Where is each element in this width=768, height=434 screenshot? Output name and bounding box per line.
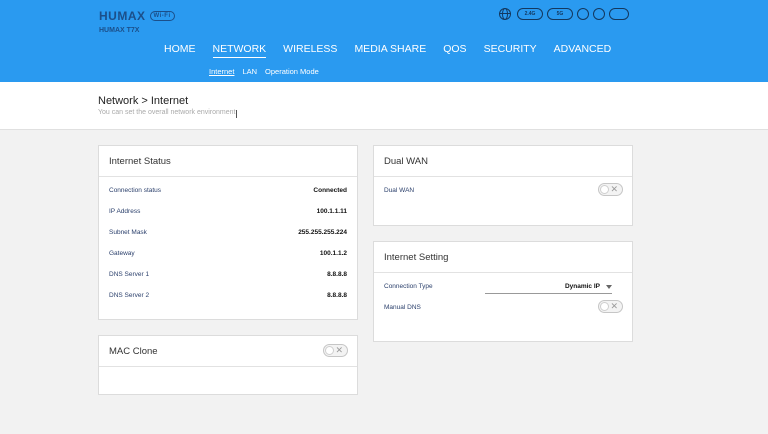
nav-network[interactable]: NETWORK xyxy=(212,43,267,58)
mac-clone-toggle[interactable]: ✕ xyxy=(323,344,348,357)
band-5g-icon[interactable]: 5G xyxy=(547,8,573,20)
page-subtitle: You can set the overall network environm… xyxy=(98,109,238,116)
row-label: DNS Server 1 xyxy=(109,271,150,278)
header: HUMAX Wi-Fi HUMAX T7X 2.4G 5G HOME NETWO… xyxy=(0,0,768,82)
dual-wan-toggle[interactable]: ✕ xyxy=(598,183,623,196)
row-label: Gateway xyxy=(109,250,135,257)
sub-nav: Internet LAN Operation Mode xyxy=(209,67,327,76)
dual-wan-title: Dual WAN xyxy=(384,156,428,167)
subnav-operation-mode[interactable]: Operation Mode xyxy=(265,67,319,76)
card-header: MAC Clone ✕ xyxy=(99,336,357,367)
internet-status-card: Internet Status Connection status Connec… xyxy=(98,145,358,320)
row-value: 100.1.1.2 xyxy=(319,250,347,257)
text-cursor-icon xyxy=(236,110,237,118)
row-value: 100.1.1.11 xyxy=(316,208,347,215)
internet-setting-card: Internet Setting Connection Type Dynamic… xyxy=(373,241,633,342)
connection-type-row: Connection Type Dynamic IP xyxy=(384,283,622,294)
row-value: 8.8.8.8 xyxy=(327,292,347,299)
close-icon: ✕ xyxy=(610,184,618,194)
connection-type-select[interactable]: Dynamic IP xyxy=(485,283,612,294)
info-icon[interactable] xyxy=(577,8,589,20)
band-2g-icon[interactable]: 2.4G xyxy=(517,8,543,20)
toggle-knob xyxy=(325,346,334,355)
close-icon: ✕ xyxy=(610,301,618,311)
nav-qos[interactable]: QOS xyxy=(443,43,466,58)
nav-wireless[interactable]: WIRELESS xyxy=(283,43,337,58)
card-header: Dual WAN xyxy=(374,146,632,177)
subnav-internet[interactable]: Internet xyxy=(209,67,234,76)
nav-advanced[interactable]: ADVANCED xyxy=(554,43,612,58)
dual-wan-card: Dual WAN Dual WAN ✕ xyxy=(373,145,633,226)
toggle-knob xyxy=(600,302,609,311)
chevron-down-icon xyxy=(606,285,612,289)
row-label: DNS Server 2 xyxy=(109,292,150,299)
internet-status-title: Internet Status xyxy=(109,156,171,167)
status-row-subnet: Subnet Mask 255.255.255.224 xyxy=(109,229,347,236)
nav-security[interactable]: SECURITY xyxy=(484,43,537,58)
toggle-knob xyxy=(600,185,609,194)
card-header: Internet Status xyxy=(99,146,357,177)
card-header: Internet Setting xyxy=(374,242,632,273)
dual-wan-row: Dual WAN xyxy=(384,187,622,194)
status-row-connection: Connection status Connected xyxy=(109,187,347,194)
nav-home[interactable]: HOME xyxy=(164,43,196,58)
top-icons: 2.4G 5G xyxy=(499,8,633,20)
status-row-gateway: Gateway 100.1.1.2 xyxy=(109,250,347,257)
row-value: Connected xyxy=(313,187,347,194)
select-value: Dynamic IP xyxy=(564,283,600,290)
row-label: Connection status xyxy=(109,187,162,194)
row-label: Connection Type xyxy=(384,283,433,290)
status-row-dns1: DNS Server 1 8.8.8.8 xyxy=(109,271,347,278)
nav-media-share[interactable]: MEDIA SHARE xyxy=(354,43,426,58)
manual-dns-row: Manual DNS xyxy=(384,304,622,311)
mac-clone-card: MAC Clone ✕ xyxy=(98,335,358,395)
model-name: HUMAX T7X xyxy=(99,27,140,34)
manual-dns-toggle[interactable]: ✕ xyxy=(598,300,623,313)
row-label: Subnet Mask xyxy=(109,229,147,236)
row-label: Dual WAN xyxy=(384,187,415,194)
status-row-ip: IP Address 100.1.1.11 xyxy=(109,208,347,215)
status-row-dns2: DNS Server 2 8.8.8.8 xyxy=(109,292,347,299)
mac-clone-title: MAC Clone xyxy=(109,346,158,357)
humax-logo[interactable]: HUMAX Wi-Fi xyxy=(99,9,175,23)
main-nav: HOME NETWORK WIRELESS MEDIA SHARE QOS SE… xyxy=(164,43,628,58)
page-title: Network > Internet xyxy=(98,95,189,107)
row-label: Manual DNS xyxy=(384,304,421,311)
row-value: 8.8.8.8 xyxy=(327,271,347,278)
globe-icon[interactable] xyxy=(499,8,511,20)
subnav-lan[interactable]: LAN xyxy=(242,67,257,76)
row-value: 255.255.255.224 xyxy=(298,229,347,236)
wifi-badge: Wi-Fi xyxy=(149,11,175,21)
logo-text: HUMAX xyxy=(99,9,146,23)
row-label: IP Address xyxy=(109,208,141,215)
settings-icon[interactable] xyxy=(593,8,605,20)
internet-setting-title: Internet Setting xyxy=(384,252,449,263)
title-bar: Network > Internet You can set the overa… xyxy=(0,82,768,130)
close-icon: ✕ xyxy=(335,345,343,355)
power-icon[interactable] xyxy=(609,8,629,20)
